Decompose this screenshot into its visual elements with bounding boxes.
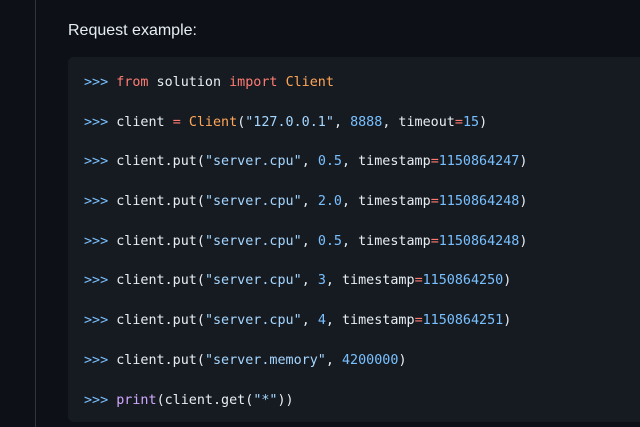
code-token: from [116, 75, 149, 90]
code-line: >>> client.put("server.memory", 4200000) [84, 351, 527, 391]
code-token: client.put( [116, 194, 205, 210]
code-token: client.put( [116, 313, 205, 329]
code-token: 15 [462, 114, 480, 130]
code-token: , [301, 233, 318, 249]
code-lines: >>> from solution import Client >>> clien… [84, 73, 527, 422]
code-token: 1150864248 [438, 233, 520, 249]
code-token: 2.0 [317, 194, 342, 210]
code-line: >>> client.put("server.cpu", 0.5, timest… [84, 152, 527, 192]
code-token: 1150864251 [422, 313, 504, 329]
code-token: Client [188, 114, 238, 130]
code-token: 4 [317, 313, 326, 329]
section-heading: Request example: [68, 22, 197, 39]
code-token: "*" [253, 392, 278, 408]
code-line: >>> client = Client("127.0.0.1", 8888, t… [84, 113, 527, 153]
code-token: , [301, 273, 318, 289]
code-token: , [325, 352, 342, 368]
code-token: , [301, 154, 318, 170]
repl-prompt: >>> [84, 75, 117, 90]
repl-prompt: >>> [84, 273, 117, 289]
code-token: "server.cpu" [204, 233, 302, 249]
repl-prompt: >>> [84, 313, 117, 329]
code-token: 3 [317, 273, 326, 289]
repl-prompt: >>> [84, 194, 117, 210]
code-token: = [414, 273, 423, 289]
left-sidebar-gutter [0, 0, 35, 427]
repl-prompt: >>> [84, 154, 117, 170]
code-token: "server.cpu" [204, 194, 302, 210]
code-token: "server.cpu" [204, 273, 302, 289]
repl-prompt: >>> [84, 114, 117, 130]
code-token: )) [277, 392, 294, 408]
code-token: ) [519, 233, 528, 249]
code-token: 1150864250 [422, 273, 504, 289]
code-token: , [301, 313, 318, 329]
code-token: (client.get( [156, 392, 254, 408]
code-token: ) [398, 352, 407, 368]
code-line: >>> from solution import Client [84, 73, 527, 113]
code-token: import [229, 75, 278, 90]
code-token: , timestamp [342, 154, 431, 170]
code-token: , [301, 194, 318, 210]
code-token: "127.0.0.1" [245, 114, 334, 130]
code-token: ) [503, 273, 512, 289]
code-line: >>> client.put("server.cpu", 3, timestam… [84, 271, 527, 311]
code-token: , timeout [382, 114, 455, 130]
code-token: ) [519, 154, 528, 170]
docs-page: Request example: >>> from solution impor… [0, 0, 640, 427]
code-token: client.put( [116, 273, 205, 289]
code-token: = [430, 154, 439, 170]
code-token: ) [503, 313, 512, 329]
code-token: "server.cpu" [204, 154, 302, 170]
code-token: , timestamp [342, 233, 431, 249]
code-token: Client [285, 75, 334, 90]
code-token: 1150864248 [438, 194, 520, 210]
code-token: 4200000 [342, 352, 399, 368]
code-token: client [116, 114, 173, 130]
code-line: >>> client.put("server.cpu", 2.0, timest… [84, 192, 527, 232]
code-line: >>> client.put("server.cpu", 0.5, timest… [84, 232, 527, 272]
code-token: , timestamp [342, 194, 431, 210]
code-token: client.put( [116, 352, 205, 368]
code-token: = [454, 114, 463, 130]
code-token: 0.5 [317, 154, 342, 170]
repl-prompt: >>> [84, 233, 117, 249]
code-token: "server.memory" [204, 352, 326, 368]
code-line: >>> client.put("server.cpu", 4, timestam… [84, 311, 527, 351]
code-token: = [172, 114, 181, 130]
code-line: >>> print(client.get("*")) [84, 391, 527, 423]
code-token: 8888 [350, 114, 383, 130]
sidebar-divider [35, 0, 36, 427]
code-token: client.put( [116, 233, 205, 249]
code-token: = [430, 233, 439, 249]
code-token: ) [479, 114, 488, 130]
code-token: 1150864247 [438, 154, 520, 170]
code-token: 0.5 [317, 233, 342, 249]
code-token: client.put( [116, 154, 205, 170]
code-token: , [333, 114, 351, 130]
code-token: = [430, 194, 439, 210]
repl-prompt: >>> [84, 352, 117, 368]
code-token: "server.cpu" [204, 313, 302, 329]
code-token: print [116, 392, 157, 408]
code-token: , timestamp [325, 313, 415, 329]
code-token: = [414, 313, 423, 329]
code-token: , timestamp [325, 273, 415, 289]
code-token: ) [519, 194, 528, 210]
code-block[interactable]: >>> from solution import Client >>> clien… [68, 57, 640, 422]
repl-prompt: >>> [84, 392, 117, 408]
code-token: solution [148, 75, 230, 90]
